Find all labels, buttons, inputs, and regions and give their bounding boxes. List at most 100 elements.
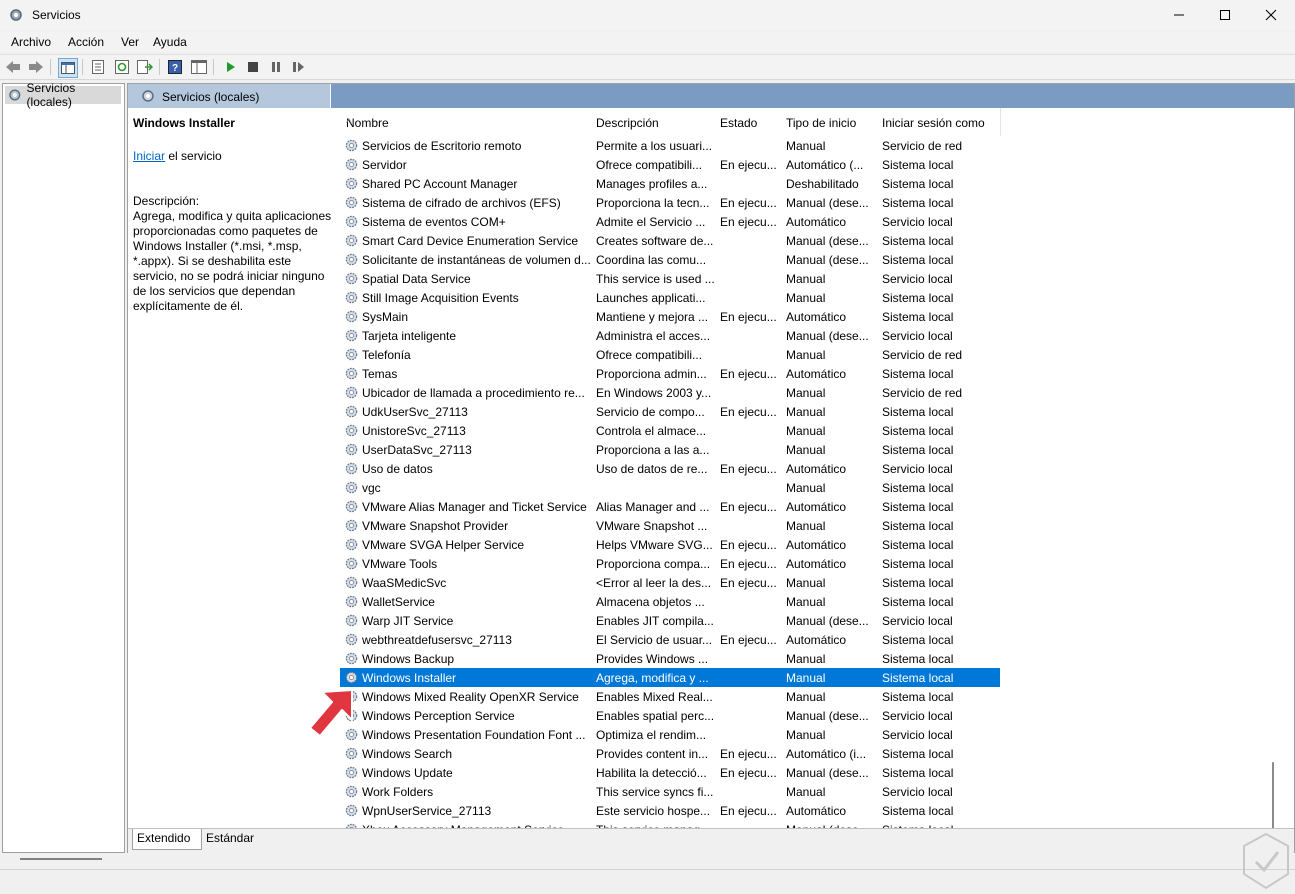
start-service-button[interactable] [222,58,240,76]
service-name: Servicios de Escritorio remoto [362,139,522,153]
service-name: Telefonía [362,348,411,362]
minimize-button[interactable] [1156,0,1202,30]
restart-service-button[interactable] [290,58,308,76]
service-row[interactable]: Windows Installer Agrega, modifica y ... M… [340,668,1000,687]
stop-service-button[interactable] [244,58,262,76]
service-row[interactable]: Warp JIT Service Enables JIT compila... Ma… [340,611,1000,630]
service-row[interactable]: Windows Presentation Foundation Font ...… [340,725,1000,744]
service-row[interactable]: WaaSMedicSvc <Error al leer la des... En e… [340,573,1000,592]
service-logon-as: Sistema local [882,747,954,761]
service-row[interactable]: Servidor Ofrece compatibili... En ejecu...… [340,155,1000,174]
service-row[interactable]: WalletService Almacena objetos ... Manual S… [340,592,1000,611]
service-startup-type: Manual [786,405,826,419]
service-name: Uso de datos [362,462,433,476]
service-row[interactable]: Work Folders This service syncs fi... Manu… [340,782,1000,801]
service-row[interactable]: VMware Alias Manager and Ticket Service A… [340,497,1000,516]
service-gear-icon [345,614,358,627]
export-list-button[interactable] [136,58,154,76]
window-title: Servicios [32,8,81,22]
refresh-button[interactable] [113,58,131,76]
menu-archivo[interactable]: Archivo [11,35,51,49]
service-row[interactable]: WpnUserService_27113 Este servicio hospe.… [340,801,1000,820]
service-logon-as: Sistema local [882,310,954,324]
menu-ayuda[interactable]: Ayuda [153,35,187,49]
maximize-button[interactable] [1202,0,1248,30]
show-hide-tree-button[interactable] [58,58,78,78]
service-startup-type: Manual (dese... [786,329,869,343]
service-startup-type: Manual (dese... [786,253,869,267]
column-header-logon[interactable]: Iniciar sesión como [876,108,1000,136]
service-row[interactable]: SysMain Mantiene y mejora ... En ejecu... A… [340,307,1000,326]
service-description: Proporciona admin... [596,367,707,381]
service-row[interactable]: Windows Backup Provides Windows ... Manual… [340,649,1000,668]
close-button[interactable] [1248,0,1294,30]
tree-scroll-thumb[interactable] [20,858,102,860]
start-service-link[interactable]: Iniciar [133,149,165,163]
tree-scrollbar[interactable] [2,855,123,867]
service-row[interactable]: Smart Card Device Enumeration Service Cre… [340,231,1000,250]
column-divider[interactable] [1000,108,1001,136]
menu-ver[interactable]: Ver [121,35,139,49]
help-button[interactable]: ? [166,58,184,76]
service-row[interactable]: Still Image Acquisition Events Launches a… [340,288,1000,307]
service-gear-icon [345,158,358,171]
back-button[interactable] [4,58,22,76]
service-row[interactable]: UdkUserSvc_27113 Servicio de compo... En e… [340,402,1000,421]
service-row[interactable]: webthreatdefusersvc_27113 El Servicio de … [340,630,1000,649]
tab-estandar[interactable]: Estándar [202,829,266,849]
column-header-state[interactable]: Estado [714,108,780,136]
service-row[interactable]: VMware Tools Proporciona compa... En ejecu… [340,554,1000,573]
service-startup-type: Manual [786,519,826,533]
vertical-scrollbar[interactable] [1266,132,1280,852]
view-button[interactable] [190,58,208,76]
tree-item-services-local[interactable]: Servicios (locales) [5,81,121,109]
service-logon-as: Servicio local [882,709,953,723]
service-name: VMware Snapshot Provider [362,519,509,533]
service-gear-icon [345,272,358,285]
service-startup-type: Manual [786,348,826,362]
service-row[interactable]: vgc Manual Sistema local [340,478,1000,497]
service-gear-icon [345,310,358,323]
service-row[interactable]: Sistema de eventos COM+ Admite el Servici… [340,212,1000,231]
service-gear-icon [345,367,358,380]
service-row[interactable]: Solicitante de instantáneas de volumen d… [340,250,1000,269]
tab-extendido[interactable]: Extendido [132,829,202,850]
service-row[interactable]: VMware Snapshot Provider VMware Snapshot … [340,516,1000,535]
service-description: Ofrece compatibili... [596,348,703,362]
service-row[interactable]: Windows Search Provides content in... En e… [340,744,1000,763]
service-row[interactable]: UnistoreSvc_27113 Controla el almace... Ma… [340,421,1000,440]
service-row[interactable]: Servicios de Escritorio remoto Permite a … [340,136,1000,155]
service-logon-as: Servicio local [882,272,953,286]
service-logon-as: Sistema local [882,196,954,210]
column-header-name[interactable]: Nombre ^ [340,108,590,136]
pause-service-button[interactable] [267,58,285,76]
service-gear-icon [345,804,358,817]
service-row[interactable]: Telefonía Ofrece compatibili... Manual Serv… [340,345,1000,364]
properties-button[interactable] [89,58,107,76]
service-startup-type: Manual (dese... [786,766,869,780]
service-row[interactable]: Spatial Data Service This service is used… [340,269,1000,288]
service-row[interactable]: UserDataSvc_27113 Proporciona a las a... M… [340,440,1000,459]
service-row[interactable]: Ubicador de llamada a procedimiento re..… [340,383,1000,402]
service-row[interactable]: Sistema de cifrado de archivos (EFS) Prop… [340,193,1000,212]
service-row[interactable]: Windows Mixed Reality OpenXR Service Enab… [340,687,1000,706]
service-row[interactable]: Windows Update Habilita la detecció... En … [340,763,1000,782]
column-header-startup[interactable]: Tipo de inicio [780,108,876,136]
forward-button[interactable] [27,58,45,76]
service-startup-type: Manual [786,291,826,305]
service-row[interactable]: VMware SVGA Helper Service Helps VMware S… [340,535,1000,554]
menu-accion[interactable]: Acción [68,35,104,49]
service-name: VMware SVGA Helper Service [362,538,525,552]
column-header-label: Iniciar sesión como [882,116,985,130]
service-gear-icon [345,196,358,209]
watermark-logo-icon [1243,832,1289,890]
service-row[interactable]: Tarjeta inteligente Administra el acces..… [340,326,1000,345]
service-row[interactable]: Windows Perception Service Enables spatia… [340,706,1000,725]
service-name: Still Image Acquisition Events [362,291,519,305]
service-row[interactable]: Temas Proporciona admin... En ejecu... Auto… [340,364,1000,383]
service-row[interactable]: Uso de datos Uso de datos de re... En ejec… [340,459,1000,478]
service-startup-type: Automático [786,557,847,571]
column-header-description[interactable]: Descripción [590,108,714,136]
service-row[interactable]: Shared PC Account Manager Manages profile… [340,174,1000,193]
service-gear-icon [345,671,358,684]
